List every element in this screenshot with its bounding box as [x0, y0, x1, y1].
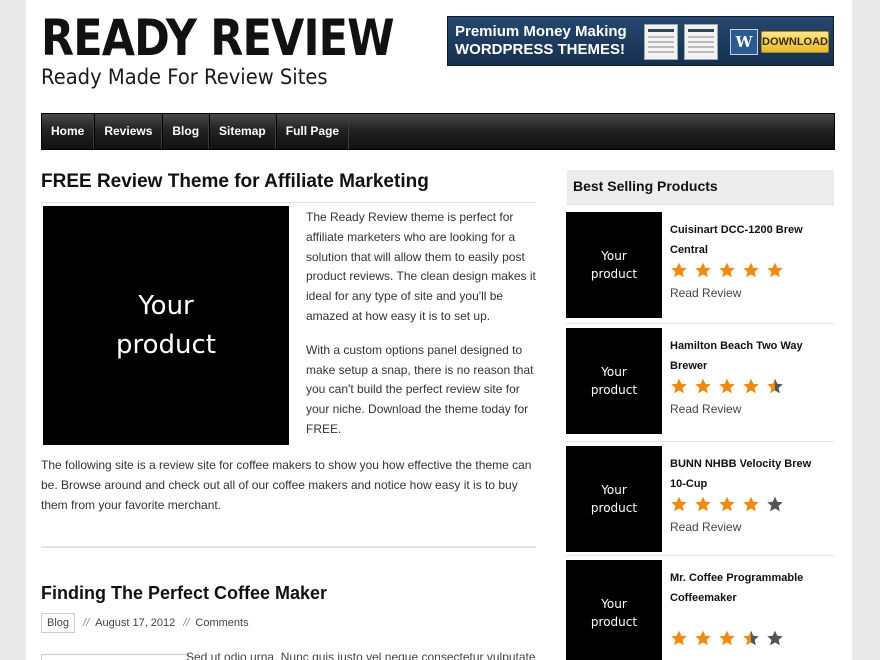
star-full-icon — [719, 262, 735, 278]
meta-separator: // — [83, 617, 90, 629]
star-full-icon — [767, 262, 783, 278]
star-full-icon — [671, 630, 687, 645]
star-full-icon — [695, 262, 711, 278]
star-full-icon — [743, 496, 759, 512]
post-meta: Blog // August 17, 2012 // Comments — [41, 612, 257, 634]
star-full-icon — [695, 496, 711, 512]
post-paragraph: The following site is a review site for … — [41, 458, 532, 512]
product-thumbnail[interactable]: Your product — [566, 328, 662, 434]
nav-item-blog[interactable]: Blog — [162, 114, 210, 149]
post-title[interactable]: FREE Review Theme for Affiliate Marketin… — [41, 171, 429, 193]
product-name-link[interactable]: Mr. Coffee Programmable Coffeemaker — [670, 569, 830, 608]
sidebar-product: Your product Hamilton Beach Two Way Brewe… — [566, 328, 834, 436]
star-rating — [670, 496, 790, 512]
divider — [566, 323, 834, 324]
star-empty-icon — [767, 496, 783, 512]
site-logo-title[interactable]: READY REVIEW — [41, 8, 395, 68]
post-date: August 17, 2012 — [95, 617, 176, 629]
star-full-icon — [719, 630, 735, 645]
product-image[interactable]: Your product — [43, 206, 289, 445]
star-rating — [670, 262, 790, 278]
star-full-icon — [671, 496, 687, 512]
category-tag[interactable]: Blog — [41, 613, 76, 633]
theme-screenshot-icon — [644, 24, 678, 60]
divider — [41, 546, 536, 548]
banner-headline: Premium Money Making — [455, 23, 627, 40]
wordpress-icon: W — [730, 29, 758, 55]
read-review-link[interactable]: Read Review — [670, 520, 741, 534]
nav-item-reviews[interactable]: Reviews — [94, 114, 163, 149]
sidebar-product: Your product BUNN NHBB Velocity Brew 10-C… — [566, 446, 834, 554]
star-full-icon — [671, 378, 687, 394]
product-name-link[interactable]: Hamilton Beach Two Way Brewer — [670, 337, 830, 376]
read-review-link[interactable]: Read Review — [670, 286, 741, 300]
post-thumbnail[interactable] — [41, 654, 189, 660]
banner-subheadline: WORDPRESS THEMES! — [455, 41, 626, 58]
post-title[interactable]: Finding The Perfect Coffee Maker — [41, 583, 327, 604]
comments-link[interactable]: Comments — [195, 617, 248, 629]
sidebar-heading: Best Selling Products — [567, 170, 834, 205]
product-name-link[interactable]: Cuisinart DCC-1200 Brew Central — [670, 221, 830, 260]
page: READY REVIEW Ready Made For Review Sites… — [26, 0, 852, 660]
nav-item-home[interactable]: Home — [42, 114, 95, 149]
main-nav: Home Reviews Blog Sitemap Full Page — [41, 113, 835, 150]
nav-item-full-page[interactable]: Full Page — [275, 114, 350, 149]
site-tagline: Ready Made For Review Sites — [41, 65, 328, 89]
meta-separator: // — [183, 617, 190, 629]
divider — [566, 555, 834, 556]
wordpress-themes-banner[interactable]: Premium Money Making WORDPRESS THEMES! W… — [447, 16, 834, 66]
star-half-icon — [767, 378, 783, 394]
product-thumbnail[interactable]: Your product — [566, 212, 662, 318]
star-full-icon — [743, 378, 759, 394]
star-full-icon — [695, 378, 711, 394]
product-name-link[interactable]: BUNN NHBB Velocity Brew 10-Cup — [670, 455, 830, 494]
star-rating — [670, 378, 790, 394]
banner-download-button[interactable]: DOWNLOAD — [761, 31, 829, 53]
star-full-icon — [695, 630, 711, 645]
star-rating — [670, 630, 790, 646]
read-review-link[interactable]: Read Review — [670, 402, 741, 416]
product-thumbnail-placeholder-text: Your product — [590, 597, 638, 629]
sidebar-product: Your product Mr. Coffee Programmable Coff… — [566, 560, 834, 660]
star-full-icon — [719, 496, 735, 512]
product-thumbnail-placeholder-text: Your product — [590, 483, 638, 515]
star-full-icon — [719, 378, 735, 394]
theme-screenshot-icon — [684, 24, 718, 60]
product-image-placeholder-text: Your product — [115, 290, 216, 360]
sidebar-product: Your product Cuisinart DCC-1200 Brew Cent… — [566, 212, 834, 320]
star-empty-icon — [767, 630, 783, 645]
divider — [41, 202, 536, 203]
star-half-icon — [743, 630, 759, 645]
product-thumbnail-placeholder-text: Your product — [590, 249, 638, 281]
product-thumbnail[interactable]: Your product — [566, 560, 662, 660]
post-paragraph: With a custom options panel designed to … — [306, 342, 534, 436]
product-thumbnail[interactable]: Your product — [566, 446, 662, 552]
star-full-icon — [743, 262, 759, 278]
post-intro: The Ready Review theme is perfect for af… — [306, 208, 538, 440]
nav-item-sitemap[interactable]: Sitemap — [209, 114, 276, 149]
star-full-icon — [671, 262, 687, 278]
post-excerpt: Sed ut odio urna. Nunc quis justo vel ne… — [186, 650, 536, 660]
divider — [566, 441, 834, 442]
product-thumbnail-placeholder-text: Your product — [590, 365, 638, 397]
post-paragraph: The Ready Review theme is perfect for af… — [306, 210, 536, 323]
